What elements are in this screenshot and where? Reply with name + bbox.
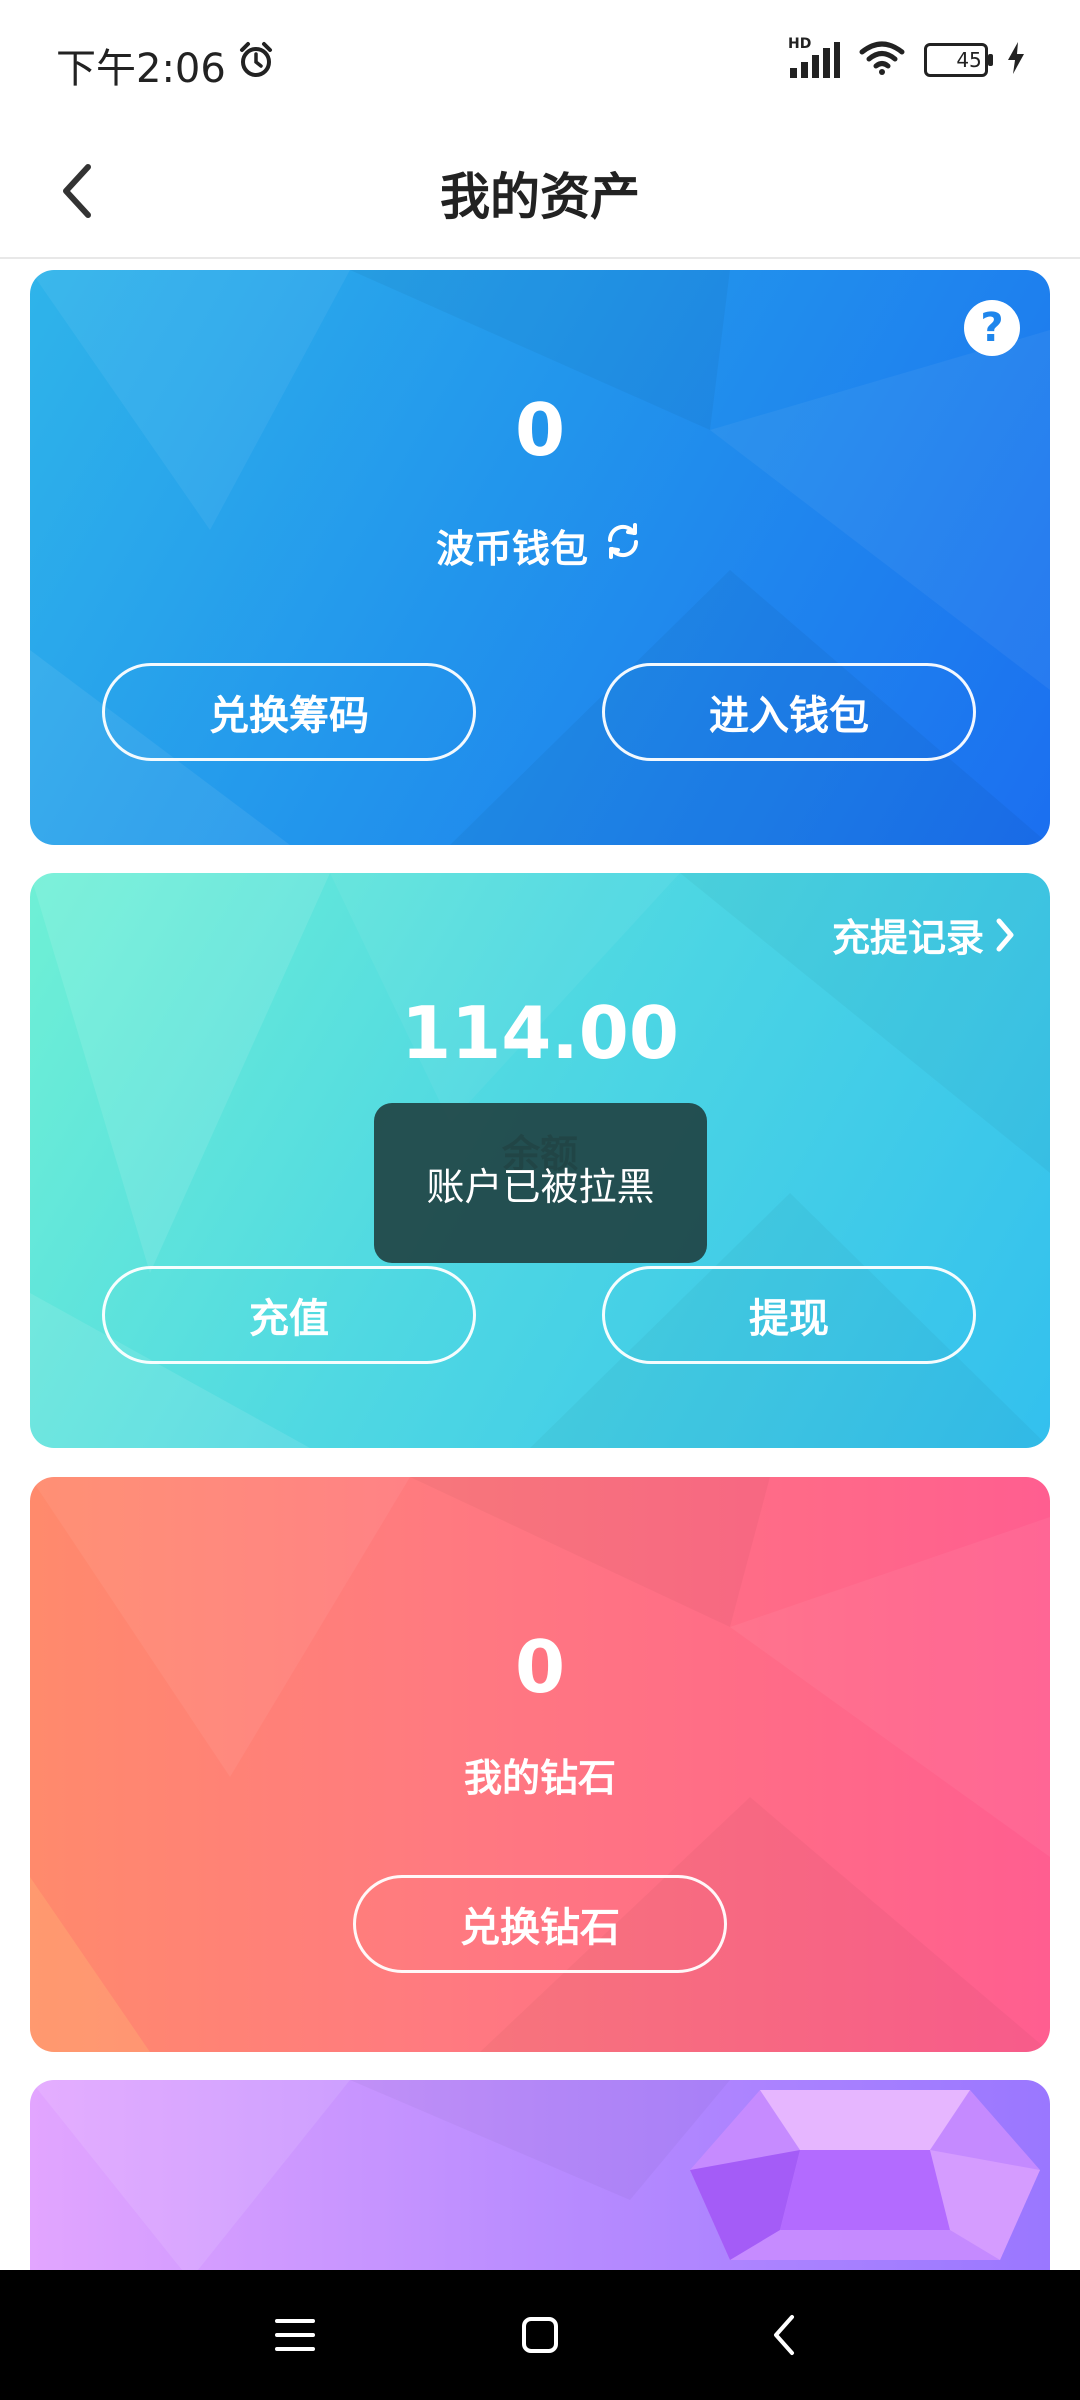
system-nav-bar <box>0 2270 1080 2400</box>
charging-icon <box>1006 42 1026 78</box>
diamond-card: 0 我的钻石 兑换钻石 <box>30 1477 1050 2052</box>
menu-icon <box>275 2319 315 2351</box>
toast-message: 账户已被拉黑 <box>374 1103 707 1263</box>
refresh-icon[interactable] <box>602 520 644 571</box>
status-icons: HD 45 <box>788 36 1026 80</box>
page-header: 我的资产 <box>0 125 1080 259</box>
page-title: 我的资产 <box>440 168 640 226</box>
home-square-icon <box>522 2317 558 2353</box>
wallet-card: ? 0 波币钱包 兑换筹码 进入钱包 <box>30 270 1050 845</box>
nav-back-button[interactable] <box>750 2300 820 2370</box>
recharge-records-label: 充提记录 <box>831 916 984 960</box>
menu-button[interactable] <box>260 2300 330 2370</box>
signal-icon: HD <box>788 36 840 78</box>
home-button[interactable] <box>505 2300 575 2370</box>
wallet-label: 波币钱包 <box>435 527 588 571</box>
exchange-diamonds-button[interactable]: 兑换钻石 <box>353 1875 727 1973</box>
back-triangle-icon <box>774 2315 794 2355</box>
chevron-right-icon <box>996 918 1014 951</box>
gem-icon <box>690 2090 1040 2260</box>
recharge-records-link[interactable]: 充提记录 <box>832 907 1016 962</box>
battery-level: 45 <box>956 48 982 72</box>
signal-hd-label: HD <box>788 36 812 52</box>
wallet-label-row: 波币钱包 <box>30 518 1050 573</box>
wifi-icon <box>858 40 906 80</box>
diamond-label: 我的钻石 <box>463 1756 616 1800</box>
status-bar: 下午2:06 HD 45 <box>0 0 1080 125</box>
alarm-icon <box>236 40 276 90</box>
recharge-button[interactable]: 充值 <box>102 1266 476 1364</box>
battery-icon: 45 <box>924 43 993 77</box>
status-time: 下午2:06 <box>56 36 276 94</box>
help-icon[interactable]: ? <box>964 300 1020 356</box>
diamond-count: 0 <box>514 1625 566 1709</box>
wallet-balance-value: 0 <box>514 388 566 472</box>
exchange-chips-button[interactable]: 兑换筹码 <box>102 663 476 761</box>
enter-wallet-button[interactable]: 进入钱包 <box>602 663 976 761</box>
balance-value: 114.00 <box>401 991 679 1075</box>
clock-text: 下午2:06 <box>56 46 226 92</box>
withdraw-button[interactable]: 提现 <box>602 1266 976 1364</box>
